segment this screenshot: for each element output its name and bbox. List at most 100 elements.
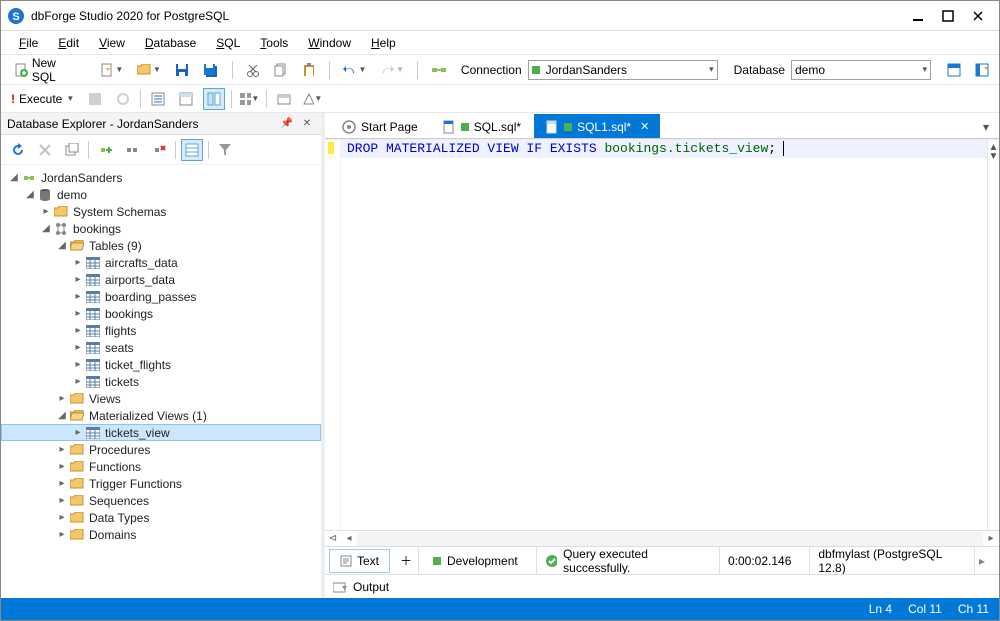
tree-views-folder[interactable]: ▸Views [1, 390, 321, 407]
code-area[interactable]: DROP MATERIALIZED VIEW IF EXISTS booking… [341, 140, 987, 530]
tree-expander[interactable]: ▸ [71, 308, 85, 319]
close-button[interactable] [971, 9, 985, 23]
horizontal-scrollbar[interactable]: ⊲ ◂ ▸ [325, 530, 999, 546]
tool-btn-3[interactable] [203, 88, 225, 110]
scroll-right-icon[interactable]: ▸ [983, 533, 999, 544]
execute-button[interactable]: ! Execute ▼ [7, 90, 78, 108]
new-window-button[interactable] [61, 139, 83, 161]
tree-expander[interactable]: ▸ [55, 393, 69, 404]
tree-expander[interactable]: ▸ [71, 342, 85, 353]
tree-expander[interactable]: ▸ [55, 478, 69, 489]
delete-button[interactable] [34, 139, 56, 161]
tree-expander[interactable]: ▸ [55, 495, 69, 506]
show-all-button[interactable] [181, 139, 203, 161]
tool-btn-5[interactable] [273, 88, 295, 110]
save-button[interactable] [171, 59, 193, 81]
tree-expander[interactable]: ▸ [55, 461, 69, 472]
explorer-tree[interactable]: ◢JordanSanders◢demo▸System Schemas◢booki… [1, 165, 321, 598]
tree-expander[interactable]: ◢ [55, 240, 69, 251]
conn-icon[interactable] [121, 139, 143, 161]
new-dropdown[interactable]: ▼ [96, 59, 128, 81]
redo-button[interactable]: ▼ [376, 59, 408, 81]
menu-help[interactable]: Help [363, 33, 404, 53]
tree-expander[interactable]: ▸ [71, 359, 85, 370]
refresh-exec-button[interactable] [112, 88, 134, 110]
menu-edit[interactable]: Edit [50, 33, 87, 53]
tree-datatypes[interactable]: ▸Data Types [1, 509, 321, 526]
open-dropdown[interactable]: ▼ [133, 59, 165, 81]
cut-button[interactable] [242, 59, 264, 81]
connection-dropdown[interactable]: JordanSanders ▾ [528, 60, 718, 80]
tree-expander[interactable]: ◢ [23, 189, 37, 200]
tree-domains[interactable]: ▸Domains [1, 526, 321, 543]
add-tab-button[interactable]: ＋ [394, 549, 418, 573]
minimize-button[interactable] [911, 9, 925, 23]
text-result-tab[interactable]: Text [329, 549, 390, 573]
layout-button-1[interactable] [943, 59, 965, 81]
refresh-button[interactable] [7, 139, 29, 161]
maximize-button[interactable] [941, 9, 955, 23]
code-line[interactable]: DROP MATERIALIZED VIEW IF EXISTS booking… [341, 140, 987, 158]
tree-table-flights[interactable]: ▸flights [1, 322, 321, 339]
tree-expander[interactable]: ◢ [55, 410, 69, 421]
tree-table-bookings[interactable]: ▸bookings [1, 305, 321, 322]
tree-table-seats[interactable]: ▸seats [1, 339, 321, 356]
connect-button[interactable] [427, 59, 451, 81]
menu-tools[interactable]: Tools [252, 33, 296, 53]
tree-expander[interactable]: ▸ [71, 376, 85, 387]
tool-btn-4[interactable]: ▼ [238, 88, 260, 110]
tree-procedures[interactable]: ▸Procedures [1, 441, 321, 458]
tree-expander[interactable]: ▸ [55, 529, 69, 540]
tree-expander[interactable]: ▸ [71, 325, 85, 336]
tab-sql1[interactable]: SQL.sql* [431, 114, 532, 138]
save-all-button[interactable] [199, 59, 223, 81]
tree-mview-tickets-view[interactable]: ▸tickets_view [1, 424, 321, 441]
tree-server[interactable]: ◢JordanSanders [1, 169, 321, 186]
tree-expander[interactable]: ▸ [71, 257, 85, 268]
tree-table-tickets[interactable]: ▸tickets [1, 373, 321, 390]
tree-tables-folder[interactable]: ◢Tables (9) [1, 237, 321, 254]
menu-window[interactable]: Window [300, 33, 359, 53]
tree-expander[interactable]: ◢ [7, 172, 21, 183]
tree-sequences[interactable]: ▸Sequences [1, 492, 321, 509]
tree-expander[interactable]: ▸ [71, 274, 85, 285]
paste-button[interactable] [298, 59, 320, 81]
filter-button[interactable] [214, 139, 236, 161]
menu-view[interactable]: View [91, 33, 133, 53]
tree-table-aircrafts_data[interactable]: ▸aircrafts_data [1, 254, 321, 271]
scroll-left-icon[interactable]: ⊲ [325, 533, 341, 544]
tree-trigger-functions[interactable]: ▸Trigger Functions [1, 475, 321, 492]
pin-icon[interactable]: 📌 [279, 116, 295, 132]
stop-button[interactable] [84, 88, 106, 110]
undo-button[interactable]: ▼ [339, 59, 371, 81]
tree-expander[interactable]: ▸ [71, 427, 85, 438]
scroll-icon[interactable]: ▸ [979, 554, 985, 568]
database-dropdown[interactable]: demo ▾ [791, 60, 931, 80]
add-conn-button[interactable] [94, 139, 116, 161]
copy-button[interactable] [270, 59, 292, 81]
tree-table-airports_data[interactable]: ▸airports_data [1, 271, 321, 288]
tool-btn-6[interactable]: ▼ [301, 88, 323, 110]
tab-close-icon[interactable]: ✕ [640, 120, 649, 133]
tree-mviews-folder[interactable]: ◢Materialized Views (1) [1, 407, 321, 424]
new-sql-button[interactable]: New SQL [7, 59, 90, 81]
menu-sql[interactable]: SQL [208, 33, 248, 53]
scroll-track[interactable] [357, 532, 983, 546]
scroll-left-icon[interactable]: ◂ [341, 533, 357, 544]
tree-table-boarding_passes[interactable]: ▸boarding_passes [1, 288, 321, 305]
tree-database[interactable]: ◢demo [1, 186, 321, 203]
menu-file[interactable]: File [11, 33, 46, 53]
remove-conn-button[interactable] [148, 139, 170, 161]
tab-sql2[interactable]: SQL1.sql* ✕ [534, 114, 660, 138]
tree-expander[interactable]: ▸ [71, 291, 85, 302]
tree-expander[interactable]: ▸ [55, 512, 69, 523]
tree-expander[interactable]: ▸ [39, 206, 53, 217]
tree-functions[interactable]: ▸Functions [1, 458, 321, 475]
tree-expander[interactable]: ◢ [39, 223, 53, 234]
tree-schema-bookings[interactable]: ◢bookings [1, 220, 321, 237]
close-icon[interactable]: ✕ [299, 116, 315, 132]
layout-button-2[interactable] [971, 59, 993, 81]
tree-expander[interactable]: ▸ [55, 444, 69, 455]
tabs-menu-button[interactable]: ▾ [979, 116, 993, 138]
tool-btn-2[interactable] [175, 88, 197, 110]
